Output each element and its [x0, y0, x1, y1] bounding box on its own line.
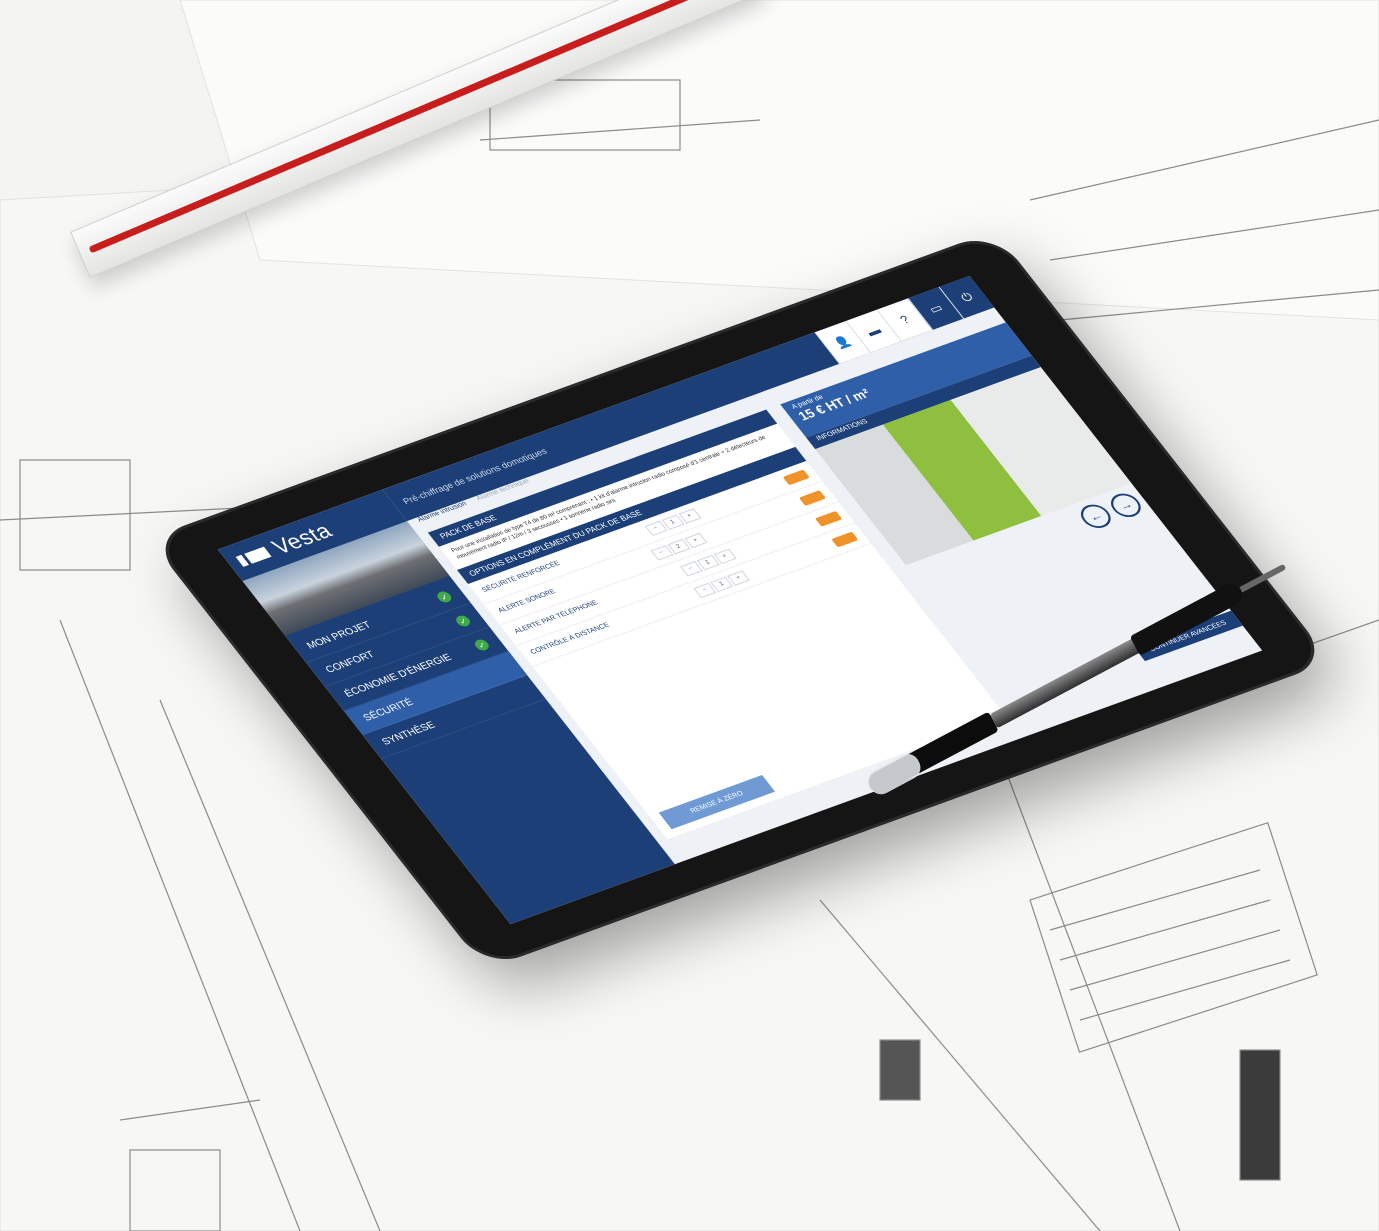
brand-logo — [235, 546, 272, 567]
check-icon: ✓ — [472, 637, 492, 653]
reset-button[interactable]: REMISE À ZÉRO — [658, 775, 776, 830]
price-button[interactable] — [814, 510, 842, 527]
pen-tip — [1239, 563, 1287, 593]
price-button[interactable] — [830, 531, 859, 548]
check-icon: ✓ — [434, 589, 454, 604]
check-icon: ✓ — [453, 613, 473, 628]
photo-scene: Vesta MON PROJET ✓ CONFORT ✓ ÉCONOMIE D'… — [0, 0, 1379, 1231]
price-button[interactable] — [798, 489, 826, 506]
price-button[interactable] — [782, 469, 810, 485]
arrow-right-icon[interactable]: → — [1105, 490, 1147, 521]
